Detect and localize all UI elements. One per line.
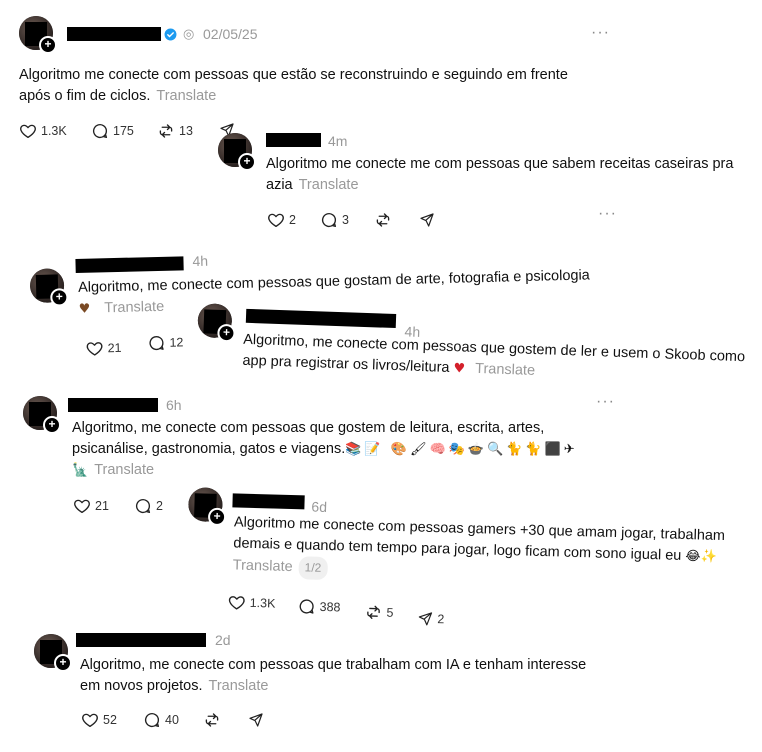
reply-button[interactable]: 40 (143, 711, 179, 729)
emoji-pair: 😂✨ (685, 549, 717, 565)
translate-link[interactable]: Translate (233, 557, 293, 575)
heart-icon (81, 711, 99, 729)
translate-link[interactable]: Translate (209, 678, 269, 694)
repost-button[interactable]: 5 (364, 603, 394, 622)
comment-icon (143, 711, 161, 729)
repost-button[interactable] (203, 711, 221, 729)
share-button[interactable]: 2 (417, 611, 444, 628)
send-icon (248, 712, 264, 728)
send-icon (417, 611, 433, 627)
page-indicator: 1/2 (298, 556, 328, 581)
repost-icon (364, 603, 382, 621)
username-redacted[interactable] (76, 633, 206, 647)
post-text: Algoritmo, me conecte com pessoas que tr… (80, 657, 587, 694)
post-time: 6d (311, 498, 328, 515)
avatar[interactable]: + (187, 487, 227, 527)
avatar[interactable]: + (34, 634, 72, 672)
repost-icon (203, 711, 221, 729)
comment-icon (297, 597, 315, 615)
reply-button[interactable]: 388 (297, 597, 341, 616)
share-button[interactable] (248, 712, 264, 728)
like-button[interactable]: 1.3K (227, 593, 276, 612)
heart-icon (227, 593, 245, 611)
like-button[interactable]: 52 (81, 711, 117, 729)
post-time: 2d (215, 632, 231, 648)
username-redacted[interactable] (232, 493, 305, 510)
